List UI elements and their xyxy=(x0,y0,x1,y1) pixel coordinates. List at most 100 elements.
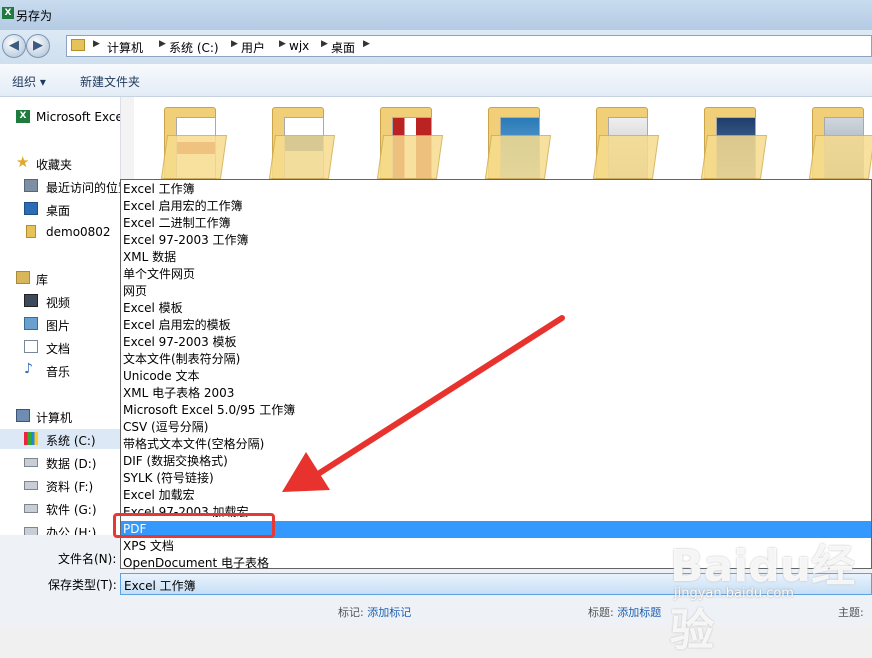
windows-drive-icon xyxy=(24,432,38,445)
tags-value[interactable]: 添加标记 xyxy=(367,606,411,619)
recent-icon xyxy=(24,179,38,192)
sidebar-item-label: 软件 (G:) xyxy=(46,503,97,517)
file-type-option[interactable]: Excel 二进制工作簿 xyxy=(123,215,231,232)
video-icon xyxy=(24,294,38,307)
sidebar-item-recent-places[interactable]: 最近访问的位置 xyxy=(0,176,120,196)
file-type-option[interactable]: XPS 文档 xyxy=(123,538,174,555)
file-list xyxy=(134,97,872,179)
folder-thumbnail[interactable] xyxy=(592,105,660,179)
sidebar-item-label: 音乐 xyxy=(46,365,71,379)
drive-icon xyxy=(24,458,38,467)
folder-thumbnail[interactable] xyxy=(160,105,228,179)
document-icon xyxy=(24,340,38,353)
music-icon: ♪ xyxy=(24,361,33,377)
file-type-option[interactable]: DIF (数据交换格式) xyxy=(123,453,228,470)
star-icon: ★ xyxy=(16,153,30,171)
chevron-right-icon[interactable]: ▶ xyxy=(279,39,286,49)
chevron-right-icon[interactable]: ▶ xyxy=(159,39,166,49)
file-type-option[interactable]: Microsoft Excel 5.0/95 工作簿 xyxy=(123,402,295,419)
savetype-value: Excel 工作簿 xyxy=(124,579,196,593)
file-type-option[interactable]: Excel 加载宏 xyxy=(123,487,195,504)
folder-icon xyxy=(71,39,85,51)
sidebar-item-docs-f[interactable]: 资料 (F:) xyxy=(0,475,120,495)
title-label: 标题: xyxy=(588,606,614,619)
title-field[interactable]: 标题: 添加标题 xyxy=(588,604,661,620)
pdf-highlight-box xyxy=(113,513,275,538)
chevron-right-icon[interactable]: ▶ xyxy=(231,39,238,49)
sidebar-item-desktop[interactable]: 桌面 xyxy=(0,199,120,219)
file-type-option[interactable]: XML 电子表格 2003 xyxy=(123,385,234,402)
sidebar-item-label: 收藏夹 xyxy=(36,158,73,172)
sidebar-item-label: 文档 xyxy=(46,342,71,356)
breadcrumb-desktop[interactable]: 桌面 xyxy=(331,39,355,56)
chevron-right-icon[interactable]: ▶ xyxy=(363,39,370,49)
file-type-option[interactable]: Excel 启用宏的工作簿 xyxy=(123,198,243,215)
sidebar-item-music[interactable]: ♪ 音乐 xyxy=(0,360,120,380)
tags-field[interactable]: 标记: 添加标记 xyxy=(338,604,411,620)
file-type-option[interactable]: 带格式文本文件(空格分隔) xyxy=(123,436,264,453)
forward-button[interactable]: ▶ xyxy=(26,34,50,58)
title-value[interactable]: 添加标题 xyxy=(617,606,661,619)
tags-label: 标记: xyxy=(338,606,364,619)
sidebar-item-label: 图片 xyxy=(46,319,71,333)
back-icon: ◀ xyxy=(9,38,19,53)
new-folder-button[interactable]: 新建文件夹 xyxy=(80,73,140,90)
sidebar-item-demo0802[interactable]: demo0802 xyxy=(0,222,120,242)
file-type-option[interactable]: 网页 xyxy=(123,283,147,300)
title-bar: X 另存为 xyxy=(0,0,872,30)
baidu-watermark: Baidu经验 jingyan.baidu.com xyxy=(670,530,870,656)
excel-icon: X xyxy=(2,7,14,19)
excel-icon: X xyxy=(16,110,30,123)
sidebar-item-microsoft-excel[interactable]: X Microsoft Excel xyxy=(0,107,120,127)
navigation-pane: X Microsoft Excel ★ 收藏夹 最近访问的位置 桌面 demo0… xyxy=(0,97,120,535)
sidebar-item-label: 视频 xyxy=(46,296,71,310)
breadcrumb-users[interactable]: 用户 xyxy=(241,39,265,56)
file-type-option[interactable]: Excel 启用宏的模板 xyxy=(123,317,231,334)
file-type-option[interactable]: 文本文件(制表符分隔) xyxy=(123,351,240,368)
toolbar: 组织 ▾ 新建文件夹 xyxy=(0,64,872,97)
file-type-option[interactable]: SYLK (符号链接) xyxy=(123,470,214,487)
window-title: 另存为 xyxy=(16,9,53,23)
back-button[interactable]: ◀ xyxy=(2,34,26,58)
desktop-icon xyxy=(24,202,38,215)
sidebar-item-pictures[interactable]: 图片 xyxy=(0,314,120,334)
chevron-right-icon[interactable]: ▶ xyxy=(321,39,328,49)
file-type-dropdown[interactable]: Excel 工作簿 Excel 启用宏的工作簿 Excel 二进制工作簿 Excel … xyxy=(120,179,872,572)
breadcrumb-computer[interactable]: 计算机 xyxy=(107,39,143,56)
address-row: ◀ ▶ ▶ 计算机 ▶ 系统 (C:) ▶ 用户 ▶ wjx ▶ 桌面 ▶ xyxy=(0,30,872,64)
sidebar-item-data-d[interactable]: 数据 (D:) xyxy=(0,452,120,472)
file-type-option[interactable]: OpenDocument 电子表格 xyxy=(123,555,269,572)
sidebar-item-label: 数据 (D:) xyxy=(46,457,97,471)
sidebar-item-software-g[interactable]: 软件 (G:) xyxy=(0,498,120,518)
sidebar-item-documents[interactable]: 文档 xyxy=(0,337,120,357)
sidebar-item-label: 资料 (F:) xyxy=(46,480,94,494)
sidebar-item-system-c[interactable]: 系统 (C:) xyxy=(0,429,120,449)
organize-button[interactable]: 组织 ▾ xyxy=(12,73,46,90)
file-type-option[interactable]: XML 数据 xyxy=(123,249,176,266)
folder-thumbnail[interactable] xyxy=(700,105,768,179)
file-type-option[interactable]: Excel 97-2003 模板 xyxy=(123,334,237,351)
breadcrumb-system-c[interactable]: 系统 (C:) xyxy=(169,39,219,56)
picture-icon xyxy=(24,317,38,330)
file-type-option[interactable]: Excel 97-2003 工作簿 xyxy=(123,232,249,249)
address-bar[interactable]: ▶ 计算机 ▶ 系统 (C:) ▶ 用户 ▶ wjx ▶ 桌面 ▶ xyxy=(66,35,872,57)
sidebar-item-label: 最近访问的位置 xyxy=(46,181,120,195)
sidebar-item-videos[interactable]: 视频 xyxy=(0,291,120,311)
chevron-right-icon[interactable]: ▶ xyxy=(93,39,100,49)
savetype-label: 保存类型(T): xyxy=(48,578,117,592)
breadcrumb-wjx[interactable]: wjx xyxy=(289,39,309,53)
sidebar-item-favorites[interactable]: ★ 收藏夹 xyxy=(0,153,120,173)
file-type-option[interactable]: 单个文件网页 xyxy=(123,266,195,283)
sidebar-item-office-h[interactable]: 办公 (H:) xyxy=(0,521,120,535)
sidebar-item-label: 桌面 xyxy=(46,204,71,218)
folder-thumbnail[interactable] xyxy=(268,105,336,179)
file-type-option[interactable]: Excel 模板 xyxy=(123,300,183,317)
folder-thumbnail[interactable] xyxy=(484,105,552,179)
sidebar-item-libraries[interactable]: 库 xyxy=(0,268,120,288)
file-type-option[interactable]: Unicode 文本 xyxy=(123,368,199,385)
sidebar-item-computer[interactable]: 计算机 xyxy=(0,406,120,426)
folder-thumbnail[interactable] xyxy=(376,105,444,179)
file-type-option[interactable]: CSV (逗号分隔) xyxy=(123,419,208,436)
folder-thumbnail[interactable] xyxy=(808,105,872,179)
file-type-option[interactable]: Excel 工作簿 xyxy=(123,181,195,198)
